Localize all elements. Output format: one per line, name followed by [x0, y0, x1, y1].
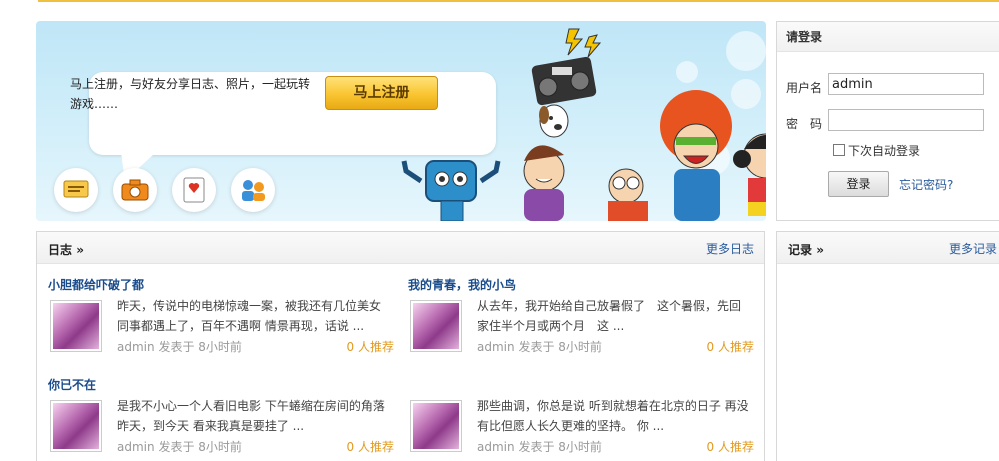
- log-entry-summary: 那些曲调，你总是说 听到就想着在北京的日子 再没有比但愿人长久更难的坚持。 你 …: [477, 399, 749, 433]
- username-label: 用户名: [786, 81, 823, 95]
- logs-header: 日志 » 更多日志: [37, 232, 764, 264]
- log-entry-author[interactable]: admin: [477, 440, 515, 454]
- log-entry-summary: 昨天，传说中的电梯惊魂一案，被我还有几位美女同事都遇上了，百年不遇啊 情景再现，…: [117, 299, 382, 333]
- top-accent-line: [38, 0, 999, 2]
- log-entry-meta: admin 发表于 8小时前: [477, 340, 602, 354]
- log-entry-thumbnail[interactable]: [50, 400, 102, 452]
- log-entry-meta: admin 发表于 8小时前: [117, 440, 242, 454]
- log-entry-meta: admin 发表于 8小时前: [117, 340, 242, 354]
- password-field[interactable]: [828, 109, 984, 131]
- register-button[interactable]: 马上注册: [325, 76, 438, 110]
- log-entry: 我的青春，我的小鸟 从去年，我开始给自己放暑假了 这个暑假，先回家住半个月或两个…: [408, 276, 758, 354]
- more-records-link[interactable]: 更多记录: [949, 240, 997, 257]
- log-entry-summary: 是我不小心一个人看旧电影 下午蜷缩在房间的角落 昨天，到今天 看来我真是要挂了 …: [117, 399, 385, 433]
- login-panel: 请登录 用户名 密 码 下次自动登录 登录 忘记密码?: [776, 21, 999, 221]
- login-button[interactable]: 登录: [828, 171, 889, 197]
- logs-panel: 日志 » 更多日志 小胆都给吓破了都 昨天，传说中的电梯惊魂一案，被我还有几位美…: [36, 231, 765, 461]
- log-entry-title[interactable]: 你已不在: [48, 376, 398, 393]
- more-logs-link[interactable]: 更多日志: [706, 240, 754, 257]
- password-label: 密 码: [786, 117, 823, 131]
- records-title[interactable]: 记录 »: [788, 241, 824, 258]
- log-entry: 你已不在 是我不小心一个人看旧电影 下午蜷缩在房间的角落 昨天，到今天 看来我真…: [48, 376, 398, 454]
- log-entry-title[interactable]: 小胆都给吓破了都: [48, 276, 398, 293]
- log-entry-thumbnail[interactable]: [410, 400, 462, 452]
- username-field[interactable]: [828, 73, 984, 95]
- log-entry: 小胆都给吓破了都 昨天，传说中的电梯惊魂一案，被我还有几位美女同事都遇上了，百年…: [48, 276, 398, 354]
- log-entry-title[interactable]: 我的青春，我的小鸟: [408, 276, 758, 293]
- log-entry-recommend[interactable]: 0 人推荐: [347, 438, 394, 455]
- remember-label[interactable]: 下次自动登录: [848, 142, 920, 159]
- double-chevron-icon: »: [816, 243, 824, 257]
- records-panel: 记录 » 更多记录: [776, 231, 999, 461]
- log-entry-thumbnail[interactable]: [50, 300, 102, 352]
- forgot-password-link[interactable]: 忘记密码?: [899, 176, 953, 193]
- card-icon[interactable]: [172, 168, 216, 212]
- camera-icon[interactable]: [113, 168, 157, 212]
- log-entry-author[interactable]: admin: [117, 340, 155, 354]
- logs-title[interactable]: 日志 »: [48, 241, 84, 258]
- log-entry-recommend[interactable]: 0 人推荐: [347, 338, 394, 355]
- records-header: 记录 » 更多记录: [777, 232, 999, 264]
- message-icon[interactable]: [54, 168, 98, 212]
- log-entry-recommend[interactable]: 0 人推荐: [707, 338, 754, 355]
- double-chevron-icon: »: [76, 243, 84, 257]
- remember-checkbox[interactable]: [833, 144, 845, 156]
- log-entry-author[interactable]: admin: [477, 340, 515, 354]
- login-title: 请登录: [777, 22, 999, 52]
- log-entry-recommend[interactable]: 0 人推荐: [707, 438, 754, 455]
- log-entry-summary: 从去年，我开始给自己放暑假了 这个暑假，先回家住半个月或两个月 这 ...: [477, 299, 742, 333]
- log-entry-thumbnail[interactable]: [410, 300, 462, 352]
- log-entry-author[interactable]: admin: [117, 440, 155, 454]
- friends-icon[interactable]: [231, 168, 275, 212]
- intro-text: 马上注册，与好友分享日志、照片，一起玩转游戏……: [70, 77, 311, 111]
- log-entry-meta: admin 发表于 8小时前: [477, 440, 602, 454]
